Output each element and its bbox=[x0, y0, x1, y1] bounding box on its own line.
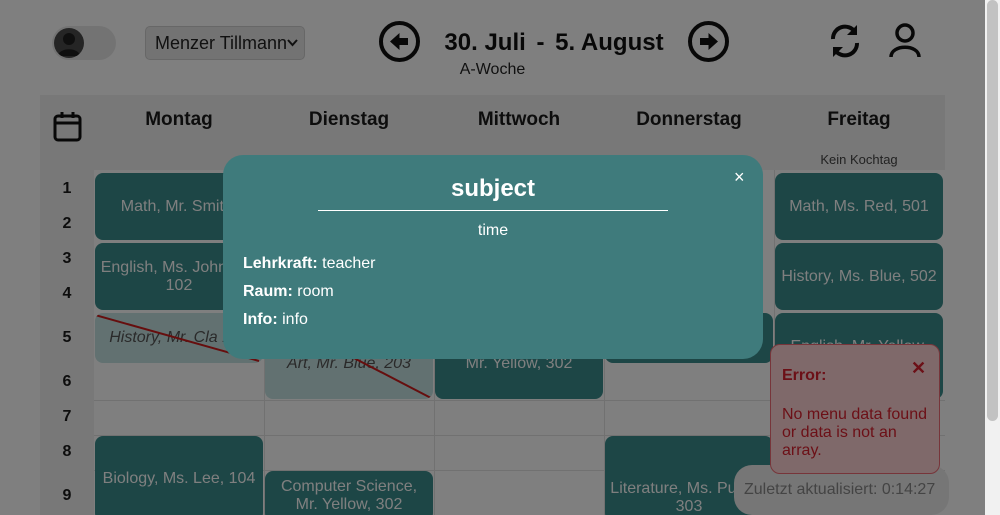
modal-teacher-row: Lehrkraft: teacher bbox=[243, 255, 376, 273]
info-value: info bbox=[282, 311, 308, 328]
room-value: room bbox=[297, 283, 334, 300]
modal-time: time bbox=[477, 222, 509, 239]
close-icon[interactable]: × bbox=[734, 167, 745, 188]
modal-title: subject bbox=[450, 175, 536, 202]
teacher-value: teacher bbox=[322, 255, 376, 272]
room-label: Raum: bbox=[243, 283, 293, 300]
timetable-page: Menzer Tillmann 30. Juli - 5. August A-W… bbox=[0, 0, 985, 515]
vertical-scrollbar[interactable] bbox=[985, 0, 1000, 515]
scrollbar-thumb[interactable] bbox=[987, 0, 998, 421]
lesson-detail-modal: × subject time Lehrkraft: teacher Raum: … bbox=[223, 155, 763, 359]
modal-info-row: Info: info bbox=[243, 311, 308, 329]
modal-divider bbox=[318, 210, 668, 211]
info-label: Info: bbox=[243, 311, 278, 328]
teacher-label: Lehrkraft: bbox=[243, 255, 318, 272]
modal-room-row: Raum: room bbox=[243, 283, 334, 301]
